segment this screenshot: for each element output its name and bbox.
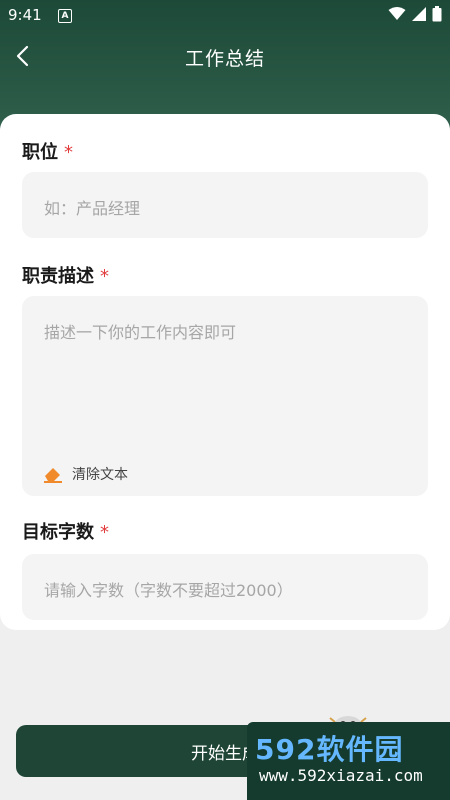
clear-text-label: 清除文本: [72, 467, 128, 483]
position-input[interactable]: 如：产品经理: [22, 172, 428, 238]
form-card: 职位 * 如：产品经理 职责描述 * 描述一下你的工作内容即可 清除文本 目标字数 *…: [0, 114, 450, 630]
position-placeholder: 如：产品经理: [44, 199, 141, 218]
watermark: 592软件园 www.592xiazai.com: [247, 722, 450, 800]
word-count-placeholder: 请输入字数（字数不要超过2000）: [44, 581, 293, 600]
required-mark: *: [100, 522, 109, 543]
position-label: 职位 *: [22, 138, 73, 164]
nav-bar: 工作总结: [0, 32, 450, 82]
status-bar: 9:41 A: [0, 0, 450, 32]
word-count-input[interactable]: 请输入字数（字数不要超过2000）: [22, 554, 428, 620]
eraser-icon: [44, 468, 62, 483]
page-title: 工作总结: [184, 48, 265, 70]
required-mark: *: [100, 266, 109, 287]
watermark-brand: 592软件园: [255, 733, 404, 766]
required-mark: *: [64, 142, 73, 163]
status-time: 9:41: [8, 6, 42, 24]
duties-label: 职责描述 *: [22, 262, 109, 288]
cell-signal-icon: [412, 7, 426, 21]
word-count-label: 目标字数 *: [22, 518, 109, 544]
duties-textarea[interactable]: 描述一下你的工作内容即可 清除文本: [22, 296, 428, 496]
wifi-icon: [388, 7, 406, 20]
word-count-label-text: 目标字数: [22, 522, 94, 543]
position-label-text: 职位: [22, 142, 58, 163]
battery-icon: [432, 6, 442, 22]
duties-placeholder: 描述一下你的工作内容即可: [44, 323, 237, 342]
watermark-url: www.592xiazai.com: [259, 766, 423, 785]
duties-label-text: 职责描述: [22, 266, 94, 287]
clear-text-button[interactable]: 清除文本: [42, 464, 128, 484]
notification-a-icon: A: [58, 9, 72, 23]
status-icons: [388, 6, 442, 22]
